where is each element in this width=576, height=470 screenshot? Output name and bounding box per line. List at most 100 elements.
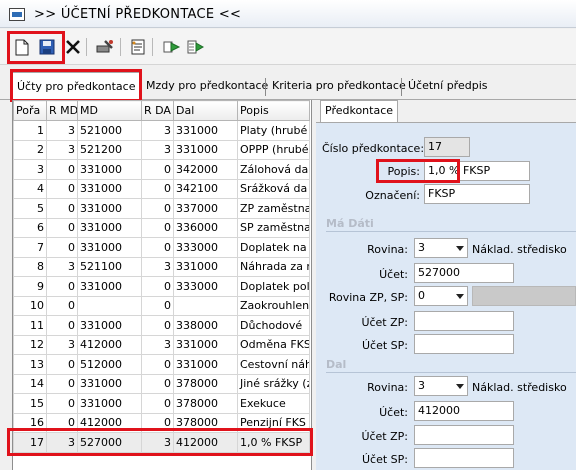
cell-r-md[interactable]: 0 (46, 412, 78, 433)
predkontace-grid[interactable]: Pořa R MD MD R DA Dal Popis 1 3 521000 3 331… (12, 100, 312, 470)
col-header-r-md[interactable]: R MD (46, 100, 78, 121)
cell-md[interactable]: 331000 (77, 159, 142, 180)
table-row[interactable]: 5 0 331000 0 337000 ZP zaměstna (13, 198, 310, 219)
cell-popis[interactable]: Odměna FKS (237, 334, 310, 355)
cell-dal[interactable]: 331000 (173, 139, 238, 160)
table-row[interactable]: 15 0 331000 0 378000 Exekuce (13, 393, 310, 414)
cell-r-dal[interactable]: 0 (141, 354, 174, 375)
table-row[interactable]: 16 0 412000 0 378000 Penzijní FKS (13, 412, 310, 433)
cell-r-dal[interactable]: 0 (141, 373, 174, 394)
cell-r-md[interactable]: 0 (46, 159, 78, 180)
cell-dal[interactable]: 331000 (173, 256, 238, 277)
cell-popis[interactable]: Srážková da (237, 178, 310, 199)
tab-ucetni-predpis[interactable]: Účetní předpis (404, 76, 492, 98)
cell-poradi[interactable]: 3 (13, 159, 47, 180)
dal-ucet-sp-field[interactable] (414, 448, 514, 468)
ma-dati-rovina-select[interactable]: 3 (414, 238, 468, 258)
cell-r-dal[interactable]: 0 (141, 295, 174, 316)
tab-kriteria-pro-predkontace[interactable]: Kriteria pro předkontace (268, 76, 410, 98)
cell-r-dal[interactable]: 0 (141, 315, 174, 336)
cell-poradi[interactable]: 17 (13, 432, 47, 453)
cell-md[interactable]: 412000 (77, 412, 142, 433)
cell-poradi[interactable]: 16 (13, 412, 47, 433)
cell-md[interactable]: 512000 (77, 354, 142, 375)
cell-popis[interactable]: 1,0 % FKSP (237, 432, 310, 453)
table-row[interactable]: 3 0 331000 0 342000 Zálohová da (13, 159, 310, 180)
cell-r-md[interactable]: 0 (46, 217, 78, 238)
table-row[interactable]: 7 0 331000 0 333000 Doplatek na (13, 237, 310, 258)
col-header-poradi[interactable]: Pořa (13, 100, 47, 121)
dal-ucet-zp-field[interactable] (414, 425, 514, 445)
cell-dal[interactable]: 378000 (173, 412, 238, 433)
cell-dal[interactable]: 338000 (173, 315, 238, 336)
cell-md[interactable]: 527000 (77, 432, 142, 453)
cell-popis[interactable]: Zaokrouhlen (237, 295, 310, 316)
cell-poradi[interactable]: 13 (13, 354, 47, 375)
dal-rovina-select[interactable]: 3 (414, 376, 468, 396)
cell-r-md[interactable]: 0 (46, 198, 78, 219)
cell-dal[interactable]: 342000 (173, 159, 238, 180)
cell-popis[interactable]: Doplatek pol (237, 276, 310, 297)
cell-dal[interactable]: 336000 (173, 217, 238, 238)
cell-poradi[interactable]: 8 (13, 256, 47, 277)
cell-dal[interactable]: 378000 (173, 373, 238, 394)
cell-popis[interactable]: SP zaměstna (237, 217, 310, 238)
cell-r-dal[interactable]: 3 (141, 120, 174, 141)
table-row[interactable]: 6 0 331000 0 336000 SP zaměstna (13, 217, 310, 238)
list-edit-icon[interactable] (128, 37, 148, 57)
cell-r-dal[interactable]: 0 (141, 393, 174, 414)
cell-poradi[interactable]: 4 (13, 178, 47, 199)
col-header-popis[interactable]: Popis (237, 100, 310, 121)
cell-r-dal[interactable]: 3 (141, 139, 174, 160)
cell-poradi[interactable]: 10 (13, 295, 47, 316)
cell-md[interactable]: 331000 (77, 237, 142, 258)
table-row[interactable]: 11 0 331000 0 338000 Důchodové (13, 315, 310, 336)
cell-popis[interactable]: Doplatek na (237, 237, 310, 258)
table-row-selected[interactable]: 17 3 527000 3 412000 1,0 % FKSP (13, 432, 310, 453)
cell-r-md[interactable]: 3 (46, 432, 78, 453)
cell-dal[interactable]: 412000 (173, 432, 238, 453)
table-row[interactable]: 13 0 512000 0 331000 Cestovní náh (13, 354, 310, 375)
oznaceni-field[interactable]: FKSP (424, 184, 530, 204)
cell-md[interactable]: 331000 (77, 276, 142, 297)
cell-md[interactable]: 331000 (77, 315, 142, 336)
cell-md[interactable]: 521100 (77, 256, 142, 277)
col-header-md[interactable]: MD (77, 100, 142, 121)
cell-r-md[interactable]: 0 (46, 295, 78, 316)
cell-poradi[interactable]: 6 (13, 217, 47, 238)
save-icon[interactable] (37, 37, 57, 57)
col-header-r-dal[interactable]: R DA (141, 100, 174, 121)
cell-poradi[interactable]: 14 (13, 373, 47, 394)
cell-md[interactable]: 331000 (77, 217, 142, 238)
cell-poradi[interactable]: 5 (13, 198, 47, 219)
tab-mzdy-pro-predkontace[interactable]: Mzdy pro předkontace (142, 76, 272, 98)
cell-md[interactable]: 331000 (77, 393, 142, 414)
popis-field[interactable]: 1,0 % FKSP (424, 161, 530, 181)
cell-dal[interactable]: 331000 (173, 120, 238, 141)
cell-r-dal[interactable]: 3 (141, 432, 174, 453)
cell-dal[interactable]: 378000 (173, 393, 238, 414)
tools-icon[interactable] (95, 37, 115, 57)
cell-popis[interactable]: Důchodové (237, 315, 310, 336)
cell-r-dal[interactable]: 3 (141, 256, 174, 277)
cell-md[interactable]: 331000 (77, 198, 142, 219)
cell-poradi[interactable]: 9 (13, 276, 47, 297)
cell-poradi[interactable]: 15 (13, 393, 47, 414)
cell-r-dal[interactable]: 3 (141, 334, 174, 355)
cell-popis[interactable]: Platy (hrubé (237, 120, 310, 141)
cell-r-md[interactable]: 0 (46, 354, 78, 375)
cell-r-dal[interactable]: 0 (141, 178, 174, 199)
tab-ucty-pro-predkontace[interactable]: Účty pro předkontace (12, 72, 140, 100)
rovina-zp-sp-select[interactable]: 0 (414, 286, 468, 306)
cell-dal[interactable] (173, 295, 238, 316)
cell-r-md[interactable]: 3 (46, 334, 78, 355)
cell-popis[interactable]: Exekuce (237, 393, 310, 414)
table-row[interactable]: 14 0 331000 0 378000 Jiné srážky (z (13, 373, 310, 394)
cell-dal[interactable]: 333000 (173, 276, 238, 297)
cell-md[interactable]: 331000 (77, 373, 142, 394)
cell-r-md[interactable]: 0 (46, 315, 78, 336)
cell-r-md[interactable]: 0 (46, 276, 78, 297)
ma-dati-ucet-sp-field[interactable] (414, 334, 514, 354)
forward-icon[interactable] (162, 37, 182, 57)
cell-r-md[interactable]: 0 (46, 373, 78, 394)
